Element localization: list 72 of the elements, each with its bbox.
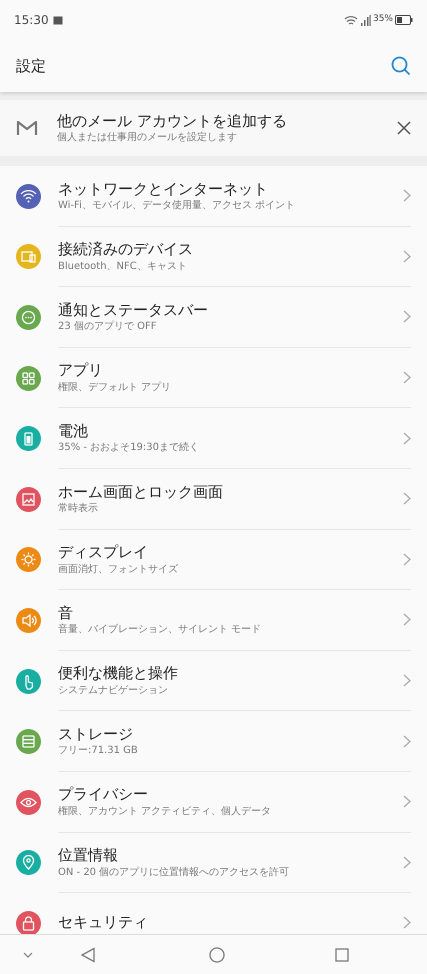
item-title: プライバシー: [58, 785, 149, 805]
chevron-right-icon: [403, 310, 411, 324]
settings-item[interactable]: 位置情報 ON - 20 個のアプリに位置情報へのアクセスを許可: [0, 832, 427, 894]
home-icon: [209, 946, 225, 962]
battery-text: 35%: [372, 13, 393, 26]
home-button[interactable]: [209, 946, 225, 962]
back-icon: [80, 946, 96, 962]
item-title: ホーム画面とロック画面: [58, 482, 224, 502]
item-title: セキュリティ: [58, 913, 149, 933]
item-subtitle: ON - 20 個のアプリに位置情報へのアクセスを許可: [58, 866, 290, 879]
item-title: アプリ: [58, 361, 104, 381]
chevron-right-icon: [403, 674, 411, 688]
settings-item[interactable]: ストレージ フリー:71.31 GB: [0, 711, 427, 772]
suggestion-title: 他のメール アカウントを追加する: [57, 112, 288, 132]
chevron-right-icon: [403, 734, 411, 748]
item-subtitle: システムナビゲーション: [58, 684, 169, 697]
wifi-icon: [344, 14, 358, 26]
chevron-right-icon: [403, 371, 411, 384]
item-title: ストレージ: [58, 724, 134, 744]
search-icon: [391, 56, 411, 76]
search-button[interactable]: [391, 56, 411, 76]
item-title: 位置情報: [58, 846, 119, 866]
mail-icon: [16, 119, 38, 137]
settings-item[interactable]: ホーム画面とロック画面 常時表示: [0, 468, 427, 530]
item-subtitle: 23 個のアプリで OFF: [58, 320, 158, 334]
chevron-right-icon: [403, 492, 411, 506]
chevron-right-icon: [403, 250, 411, 263]
item-title: 接続済みのデバイス: [58, 240, 194, 260]
chevron-right-icon: [403, 916, 411, 930]
suggestion-subtitle: 個人または仕事用のメールを設定します: [57, 131, 238, 144]
item-subtitle: Wi-Fi、モバイル、データ使用量、アクセス ポイント: [58, 199, 296, 212]
item-subtitle: Bluetooth、NFC、キャスト: [58, 260, 188, 273]
settings-item[interactable]: ディスプレイ 画面消灯、フォントサイズ: [0, 530, 427, 590]
item-subtitle: 権限、デフォルト アプリ: [58, 380, 172, 394]
clock-text: 15:30: [14, 12, 49, 29]
item-subtitle: 権限、アカウント アクティビティ、個人データ: [58, 804, 272, 818]
item-subtitle: 35% - おおよそ19:30まで続く: [58, 441, 200, 454]
item-title: 通知とステータスバー: [58, 300, 209, 320]
chevron-right-icon: [403, 856, 411, 869]
page-title: 設定: [16, 56, 46, 77]
settings-item[interactable]: 便利な機能と操作 システムナビゲーション: [0, 650, 427, 712]
settings-item[interactable]: プライバシー 権限、アカウント アクティビティ、個人データ: [0, 772, 427, 833]
chevron-down-icon: [23, 950, 33, 960]
recents-icon: [335, 948, 349, 962]
signal-icon: [360, 14, 371, 26]
chevron-right-icon: [403, 613, 411, 626]
chevron-right-icon: [403, 189, 411, 202]
close-button[interactable]: [397, 121, 411, 135]
settings-item[interactable]: 通知とステータスバー 23 個のアプリで OFF: [0, 287, 427, 348]
item-title: 便利な機能と操作: [58, 664, 179, 684]
chevron-right-icon: [403, 432, 411, 445]
settings-item[interactable]: ネットワークとインターネット Wi-Fi、モバイル、データ使用量、アクセス ポイント: [0, 166, 427, 227]
settings-item[interactable]: アプリ 権限、デフォルト アプリ: [0, 348, 427, 408]
item-title: ネットワークとインターネット: [58, 180, 269, 200]
item-subtitle: フリー:71.31 GB: [58, 744, 139, 758]
battery-icon: [395, 15, 413, 25]
item-subtitle: 音量、バイブレーション、サイレント モード: [58, 623, 262, 636]
close-icon: [397, 121, 411, 135]
item-title: 音: [58, 604, 74, 624]
back-button[interactable]: [80, 946, 96, 962]
item-title: ディスプレイ: [58, 543, 149, 563]
chevron-down-button[interactable]: [23, 950, 33, 960]
chevron-right-icon: [403, 552, 411, 566]
item-subtitle: 常時表示: [58, 502, 99, 516]
item-title: 電池: [58, 422, 89, 442]
settings-item[interactable]: 電池 35% - おおよそ19:30まで続く: [0, 408, 427, 469]
chevron-right-icon: [403, 795, 411, 808]
settings-item[interactable]: 音 音量、バイブレーション、サイレント モード: [0, 590, 427, 651]
item-subtitle: 画面消灯、フォントサイズ: [58, 562, 179, 576]
image-icon: [52, 16, 63, 24]
settings-item[interactable]: 接続済みのデバイス Bluetooth、NFC、キャスト: [0, 226, 427, 288]
recents-button[interactable]: [335, 948, 349, 962]
